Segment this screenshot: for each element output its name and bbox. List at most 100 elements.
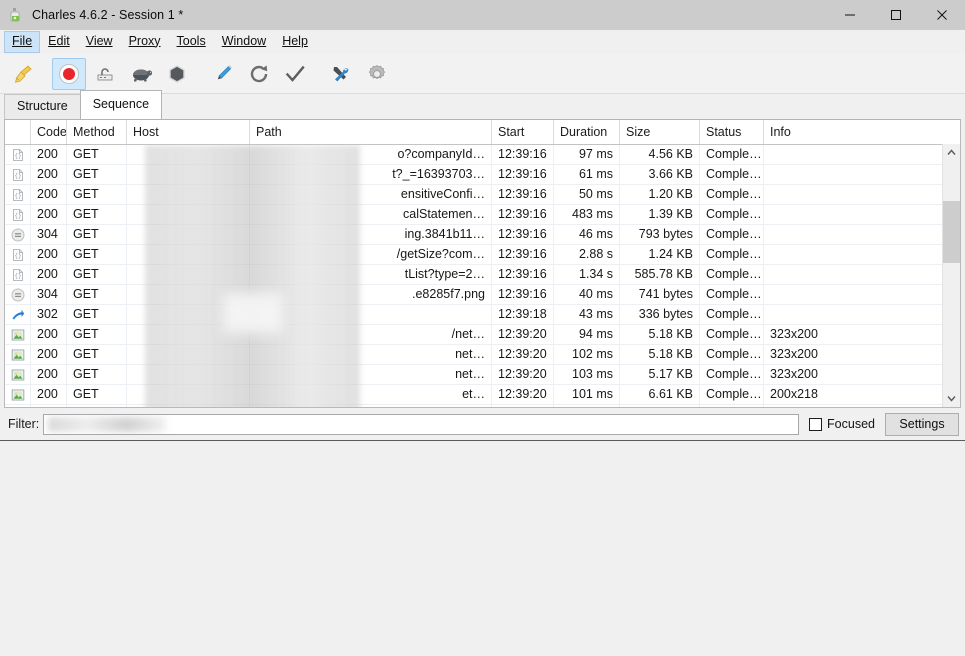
column-header-status[interactable]: Status xyxy=(700,120,764,144)
focused-checkbox-box[interactable] xyxy=(809,417,823,431)
svg-text:{}: {} xyxy=(14,153,21,160)
table-row[interactable]: 200GET net…12:39:20407 ms199.14 KBComple…… xyxy=(5,405,960,407)
menu-proxy-label: Proxy xyxy=(128,33,161,48)
cell-duration: 1.34 s xyxy=(554,265,620,284)
detail-pane xyxy=(0,440,965,656)
cell-host xyxy=(127,185,250,204)
cell-status: Comple… xyxy=(700,225,764,244)
column-header-method[interactable]: Method xyxy=(67,120,127,144)
column-header-info[interactable]: Info xyxy=(764,120,944,144)
cell-duration: 102 ms xyxy=(554,345,620,364)
minimize-button[interactable] xyxy=(827,0,873,30)
chevron-down-icon[interactable] xyxy=(943,390,960,407)
tab-structure[interactable]: Structure xyxy=(4,94,81,119)
table-row[interactable]: 304 GET .e8285f7.png 12:39:16 40 ms 741 bytes… xyxy=(5,285,960,305)
table-row[interactable]: 200 GET et… 12:39:20 101 ms 6.61 KB Comple… 200… xyxy=(5,385,960,405)
repeat-reload-icon[interactable] xyxy=(242,58,276,90)
throttle-turtle-icon[interactable] xyxy=(124,58,158,90)
table-row[interactable]: 304 GET ing.3841b11… 12:39:16 46 ms 793 bytes… xyxy=(5,225,960,245)
close-button[interactable] xyxy=(919,0,965,30)
cell-size: 336 bytes xyxy=(620,305,700,324)
menu-window[interactable]: Window xyxy=(214,31,274,53)
row-type-icon-cell xyxy=(5,385,31,404)
tab-sequence[interactable]: Sequence xyxy=(79,90,163,119)
chevron-up-icon[interactable] xyxy=(943,144,960,161)
cell-path: et… xyxy=(250,385,492,404)
table-row[interactable]: {} 200 GET ensitiveConfi… 12:39:16 50 ms 1.20 … xyxy=(5,185,960,205)
stop-hexagon-icon[interactable] xyxy=(160,58,194,90)
cell-path: tList?type=2… xyxy=(250,265,492,284)
menu-help-label: Help xyxy=(282,33,308,48)
row-type-icon-cell: {} xyxy=(5,185,31,204)
cell-start: 12:39:16 xyxy=(492,205,554,224)
row-type-icon-cell: {} xyxy=(5,205,31,224)
cell-info xyxy=(764,265,944,284)
cell-info xyxy=(764,245,944,264)
column-header-start[interactable]: Start xyxy=(492,120,554,144)
column-header-path[interactable]: Path xyxy=(250,120,492,144)
clear-broom-icon[interactable] xyxy=(6,58,40,90)
column-header-icon[interactable] xyxy=(5,120,31,144)
tools-icon[interactable] xyxy=(324,58,358,90)
table-body: {} 200 GET o?companyId… 12:39:16 97 ms 4.56 KB… xyxy=(5,145,960,407)
table-row[interactable]: {} 200 GET o?companyId… 12:39:16 97 ms 4.56 KB… xyxy=(5,145,960,165)
cell-path: o?companyId… xyxy=(250,145,492,164)
cell-duration: 61 ms xyxy=(554,165,620,184)
cell-size: 741 bytes xyxy=(620,285,700,304)
cell-host xyxy=(127,205,250,224)
column-header-size[interactable]: Size xyxy=(620,120,700,144)
not-modified-icon xyxy=(11,228,25,242)
toolbar xyxy=(0,54,965,94)
focused-label: Focused xyxy=(827,417,875,431)
cell-method: GET xyxy=(67,345,127,364)
compose-pen-icon[interactable] xyxy=(206,58,240,90)
cell-host xyxy=(127,225,250,244)
table-row[interactable]: {} 200 GET/getSize?com… 12:39:16 2.88 s 1.24 … xyxy=(5,245,960,265)
cell-method: GET xyxy=(67,225,127,244)
menu-view-label: View xyxy=(85,33,113,48)
menu-help[interactable]: Help xyxy=(274,31,316,53)
cell-start: 12:39:20 xyxy=(492,405,554,407)
cell-path: net… xyxy=(250,405,492,407)
focused-checkbox[interactable]: Focused xyxy=(809,417,875,431)
column-header-duration[interactable]: Duration xyxy=(554,120,620,144)
cell-duration: 50 ms xyxy=(554,185,620,204)
table-row[interactable]: 200 GET net… 12:39:20 103 ms 5.17 KB Comple… 32… xyxy=(5,365,960,385)
json-document-icon: {} xyxy=(11,208,25,222)
menu-proxy[interactable]: Proxy xyxy=(121,31,169,53)
charles-proxy-window: Charles 4.6.2 - Session 1 * File Edit Vi… xyxy=(0,0,965,656)
validate-check-icon[interactable] xyxy=(278,58,312,90)
table-row[interactable]: {} 200 GET calStatemen… 12:39:16 483 ms 1.39 K… xyxy=(5,205,960,225)
cell-info xyxy=(764,145,944,164)
cell-status: Comple… xyxy=(700,365,764,384)
cell-start: 12:39:18 xyxy=(492,305,554,324)
maximize-button[interactable] xyxy=(873,0,919,30)
menu-tools[interactable]: Tools xyxy=(169,31,214,53)
settings-gear-icon[interactable] xyxy=(360,58,394,90)
scrollbar-thumb[interactable] xyxy=(943,201,960,263)
svg-text:{}: {} xyxy=(14,173,21,180)
settings-button[interactable]: Settings xyxy=(885,412,959,436)
filter-input[interactable] xyxy=(43,413,800,435)
menu-view[interactable]: View xyxy=(78,31,121,53)
cell-code: 304 xyxy=(31,225,67,244)
scrollbar-track[interactable] xyxy=(943,161,960,390)
cell-status: Comple… xyxy=(700,405,764,407)
table-row[interactable]: {} 200 GET t?_=16393703… 12:39:16 61 ms 3.66 K… xyxy=(5,165,960,185)
table-vertical-scrollbar[interactable] xyxy=(942,144,960,407)
table-row[interactable]: 302 GET 12:39:18 43 ms 336 bytes Comple… xyxy=(5,305,960,325)
column-header-host[interactable]: Host xyxy=(127,120,250,144)
menu-file[interactable]: File xyxy=(4,30,41,53)
table-row[interactable]: 200 GET net… 12:39:20 102 ms 5.18 KB Comple… 32… xyxy=(5,345,960,365)
table-row[interactable]: 200 GET/net… 12:39:20 94 ms 5.18 KB Comple… 32… xyxy=(5,325,960,345)
menu-edit[interactable]: Edit xyxy=(40,31,78,53)
cell-info xyxy=(764,185,944,204)
row-type-icon-cell xyxy=(5,365,31,384)
breakpoints-icon[interactable] xyxy=(88,58,122,90)
table-row[interactable]: {} 200 GET tList?type=2… 12:39:16 1.34 s 585.7… xyxy=(5,265,960,285)
cell-duration: 94 ms xyxy=(554,325,620,344)
column-header-code[interactable]: Code xyxy=(31,120,67,144)
cell-size: 5.18 KB xyxy=(620,345,700,364)
record-icon[interactable] xyxy=(52,57,86,90)
svg-text:{}: {} xyxy=(14,213,21,220)
